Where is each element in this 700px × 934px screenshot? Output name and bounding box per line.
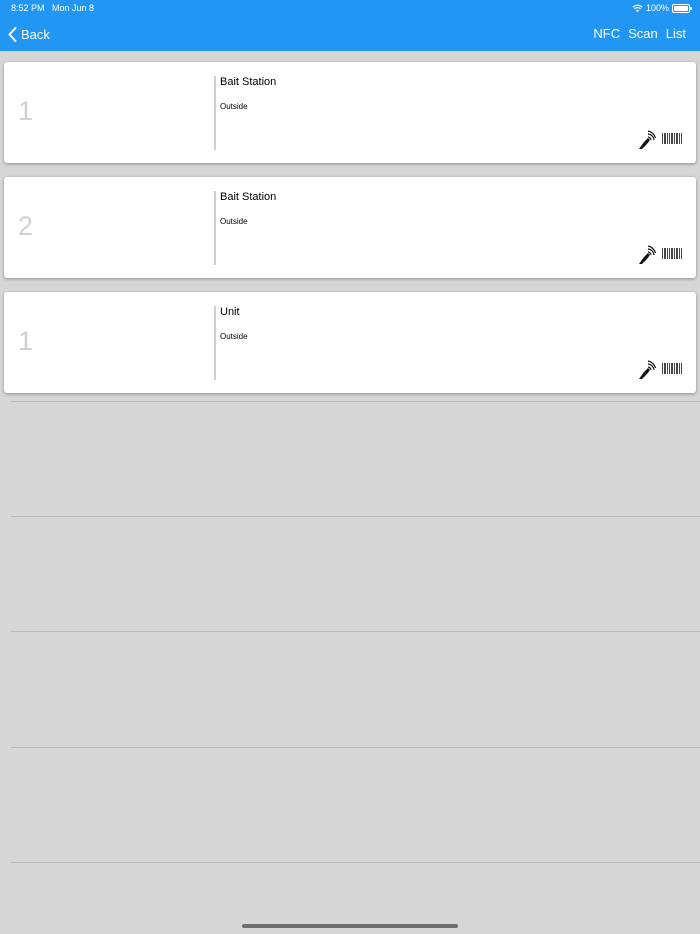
nav-actions: NFC Scan List [593, 26, 686, 41]
list-button[interactable]: List [666, 26, 686, 41]
nfc-icon[interactable] [636, 245, 656, 265]
row-separator [11, 862, 700, 863]
list-item[interactable]: 1 Unit Outside [4, 292, 696, 393]
status-time: 8:52 PM [11, 3, 45, 13]
back-button[interactable]: Back [8, 25, 50, 43]
battery-percent: 100% [645, 3, 669, 13]
divider [214, 306, 216, 380]
status-right: 100% [632, 3, 692, 13]
status-date: Mon Jun 8 [52, 3, 95, 13]
item-location: Outside [220, 102, 248, 111]
list-item[interactable]: 1 Bait Station Outside [4, 62, 696, 163]
item-location: Outside [220, 217, 248, 226]
status-bar: 8:52 PM Mon Jun 8 100% [0, 0, 700, 17]
item-location: Outside [220, 332, 248, 341]
row-separator [11, 631, 700, 632]
divider [214, 76, 216, 150]
home-indicator[interactable] [242, 924, 458, 928]
scan-button[interactable]: Scan [628, 26, 658, 41]
nfc-icon[interactable] [636, 360, 656, 380]
item-number: 2 [18, 211, 34, 241]
nfc-icon[interactable] [636, 130, 656, 150]
item-title: Bait Station [220, 76, 277, 88]
barcode-icon[interactable] [662, 133, 682, 144]
chevron-left-icon [8, 26, 17, 42]
barcode-icon[interactable] [662, 248, 682, 259]
barcode-icon[interactable] [662, 363, 682, 374]
wifi-icon [632, 4, 643, 12]
row-separator [11, 747, 700, 748]
row-separator [11, 516, 700, 517]
item-number: 1 [18, 326, 34, 356]
app-header: 8:52 PM Mon Jun 8 100% Back NFC Scan Lis… [0, 0, 700, 51]
item-title: Unit [220, 306, 240, 318]
back-label: Back [21, 26, 50, 42]
item-title: Bait Station [220, 191, 277, 203]
item-number: 1 [18, 96, 34, 126]
list-item[interactable]: 2 Bait Station Outside [4, 177, 696, 278]
divider [214, 191, 216, 265]
nfc-button[interactable]: NFC [593, 26, 620, 41]
row-separator [11, 401, 700, 402]
battery-icon [672, 3, 692, 13]
